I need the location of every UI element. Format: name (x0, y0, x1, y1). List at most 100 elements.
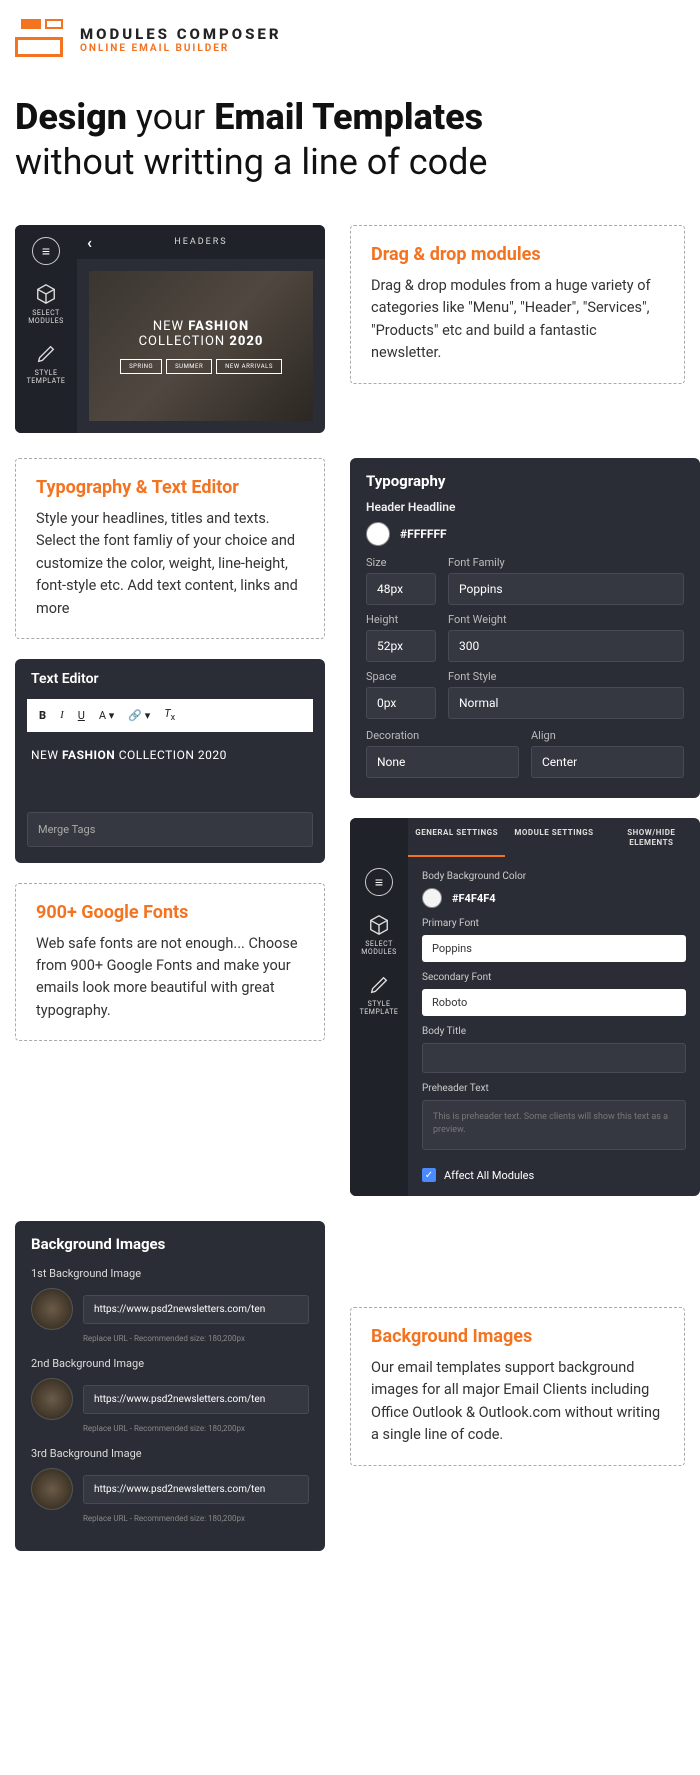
preheader-textarea[interactable]: This is preheader text. Some clients wil… (422, 1100, 686, 1150)
cube-icon (35, 283, 57, 305)
text-editor-title: Text Editor (15, 659, 325, 699)
logo-icon (15, 15, 65, 65)
body-bg-label: Body Background Color (422, 871, 686, 882)
deco-select[interactable]: None (366, 746, 519, 778)
preview-btn-2[interactable]: SUMMER (166, 359, 212, 374)
hero: Design your Email Templates without writ… (15, 95, 685, 185)
space-input[interactable]: 0px (366, 687, 436, 719)
hero-line-2: without writting a line of code (15, 141, 488, 183)
clear-format-button[interactable]: Tx (164, 707, 175, 723)
body-bg-hex: #F4F4F4 (452, 892, 496, 905)
link-button[interactable]: 🔗 ▾ (128, 709, 150, 722)
bg-3-url-input[interactable]: https://www.psd2newsletters.com/ten (83, 1475, 309, 1504)
preview-sidebar: ≡ SELECT MODULES STYLE TEMPLATE (15, 225, 77, 433)
settings-panel: ≡ SELECT MODULES STYLE TEMPLATE GENERAL … (350, 818, 700, 1196)
brand-header: MODULES COMPOSER ONLINE EMAIL BUILDER (15, 15, 685, 65)
deco-label: Decoration (366, 729, 519, 742)
preview-btn-3[interactable]: NEW ARRIVALS (216, 359, 282, 374)
bg-1-thumb[interactable] (31, 1288, 73, 1330)
preheader-label: Preheader Text (422, 1083, 686, 1094)
font-color-button[interactable]: A ▾ (99, 709, 114, 722)
secondary-font-select[interactable]: Roboto (422, 989, 686, 1016)
secondary-font-label: Secondary Font (422, 972, 686, 983)
height-label: Height (366, 613, 436, 626)
panel-title: Background Images (31, 1235, 309, 1253)
style-select[interactable]: Normal (448, 687, 684, 719)
body-title-input[interactable] (422, 1043, 686, 1073)
callout-title: Background Images (371, 1326, 664, 1347)
chevron-left-icon[interactable]: ‹ (87, 233, 92, 252)
hero-word-3: Email Templates (214, 96, 483, 138)
callout-body: Drag & drop modules from a huge variety … (371, 275, 664, 365)
preview-topbar: ‹ HEADERS (77, 225, 325, 259)
menu-icon[interactable]: ≡ (365, 868, 393, 896)
body-title-label: Body Title (422, 1026, 686, 1037)
primary-font-label: Primary Font (422, 918, 686, 929)
bg-3-label: 3rd Background Image (31, 1447, 309, 1460)
text-editor-content[interactable]: NEW FASHION COLLECTION 2020 (15, 732, 325, 812)
tab-show-hide[interactable]: SHOW/HIDE ELEMENTS (603, 818, 700, 857)
bg-3-hint: Replace URL - Recommended size: 180,200p… (83, 1514, 309, 1523)
align-label: Align (531, 729, 684, 742)
bg-2-url-input[interactable]: https://www.psd2newsletters.com/ten (83, 1385, 309, 1414)
callout-title: Drag & drop modules (371, 244, 664, 265)
callout-typography: Typography & Text Editor Style your head… (15, 458, 325, 639)
check-icon: ✓ (422, 1168, 436, 1182)
bold-button[interactable]: B (39, 709, 46, 722)
cube-icon (368, 914, 390, 936)
underline-button[interactable]: U (78, 709, 85, 722)
preview-title: HEADERS (174, 237, 227, 247)
brand-subtitle: ONLINE EMAIL BUILDER (80, 43, 282, 55)
sidebar-item-select-modules[interactable]: SELECT MODULES (28, 283, 63, 325)
affect-all-checkbox[interactable]: ✓ Affect All Modules (422, 1168, 686, 1182)
sidebar-item-style-template[interactable]: STYLE TEMPLATE (360, 974, 399, 1016)
weight-label: Font Weight (448, 613, 684, 626)
bg-1-hint: Replace URL - Recommended size: 180,200p… (83, 1334, 309, 1343)
callout-body: Our email templates support background i… (371, 1357, 664, 1447)
text-editor-panel: Text Editor B I U A ▾ 🔗 ▾ Tx NEW FASHION… (15, 659, 325, 862)
size-input[interactable]: 48px (366, 573, 436, 605)
align-select[interactable]: Center (531, 746, 684, 778)
panel-title: Typography (366, 472, 684, 490)
pencil-icon (368, 974, 390, 996)
weight-select[interactable]: 300 (448, 630, 684, 662)
color-swatch[interactable] (366, 522, 390, 546)
bg-1-url-input[interactable]: https://www.psd2newsletters.com/ten (83, 1295, 309, 1324)
typography-panel: Typography Header Headline #FFFFFF Size 4… (350, 458, 700, 798)
bg-3-thumb[interactable] (31, 1468, 73, 1510)
sidebar-item-select-modules[interactable]: SELECT MODULES (361, 914, 396, 956)
family-select[interactable]: Poppins (448, 573, 684, 605)
merge-tags-select[interactable]: Merge Tags (27, 812, 313, 847)
callout-google-fonts: 900+ Google Fonts Web safe fonts are not… (15, 883, 325, 1042)
primary-font-select[interactable]: Poppins (422, 935, 686, 962)
hero-word-2: your (136, 96, 205, 138)
body-bg-swatch[interactable] (422, 888, 442, 908)
bg-1-label: 1st Background Image (31, 1267, 309, 1280)
hero-word-1: Design (15, 96, 127, 138)
callout-body: Style your headlines, titles and texts. … (36, 508, 304, 620)
brand-title: MODULES COMPOSER (80, 25, 282, 43)
color-hex: #FFFFFF (400, 527, 447, 541)
callout-title: 900+ Google Fonts (36, 902, 304, 923)
pencil-icon (35, 343, 57, 365)
callout-background-images: Background Images Our email templates su… (350, 1307, 685, 1466)
background-images-panel: Background Images 1st Background Image h… (15, 1221, 325, 1551)
callout-drag-drop: Drag & drop modules Drag & drop modules … (350, 225, 685, 384)
menu-icon[interactable]: ≡ (32, 237, 60, 265)
preview-panel: ≡ SELECT MODULES STYLE TEMPLATE ‹ HEADER… (15, 225, 325, 433)
size-label: Size (366, 556, 436, 569)
tab-module-settings[interactable]: MODULE SETTINGS (505, 818, 602, 857)
space-label: Space (366, 670, 436, 683)
bg-2-thumb[interactable] (31, 1378, 73, 1420)
header-module-preview[interactable]: NEW FASHION COLLECTION 2020 SPRING SUMME… (89, 271, 313, 421)
height-input[interactable]: 52px (366, 630, 436, 662)
preview-btn-1[interactable]: SPRING (120, 359, 162, 374)
panel-subtitle: Header Headline (366, 500, 684, 514)
callout-body: Web safe fonts are not enough... Choose … (36, 933, 304, 1023)
family-label: Font Family (448, 556, 684, 569)
italic-button[interactable]: I (60, 709, 64, 721)
sidebar-item-style-template[interactable]: STYLE TEMPLATE (27, 343, 66, 385)
bg-2-label: 2nd Background Image (31, 1357, 309, 1370)
style-label: Font Style (448, 670, 684, 683)
tab-general-settings[interactable]: GENERAL SETTINGS (408, 818, 505, 857)
